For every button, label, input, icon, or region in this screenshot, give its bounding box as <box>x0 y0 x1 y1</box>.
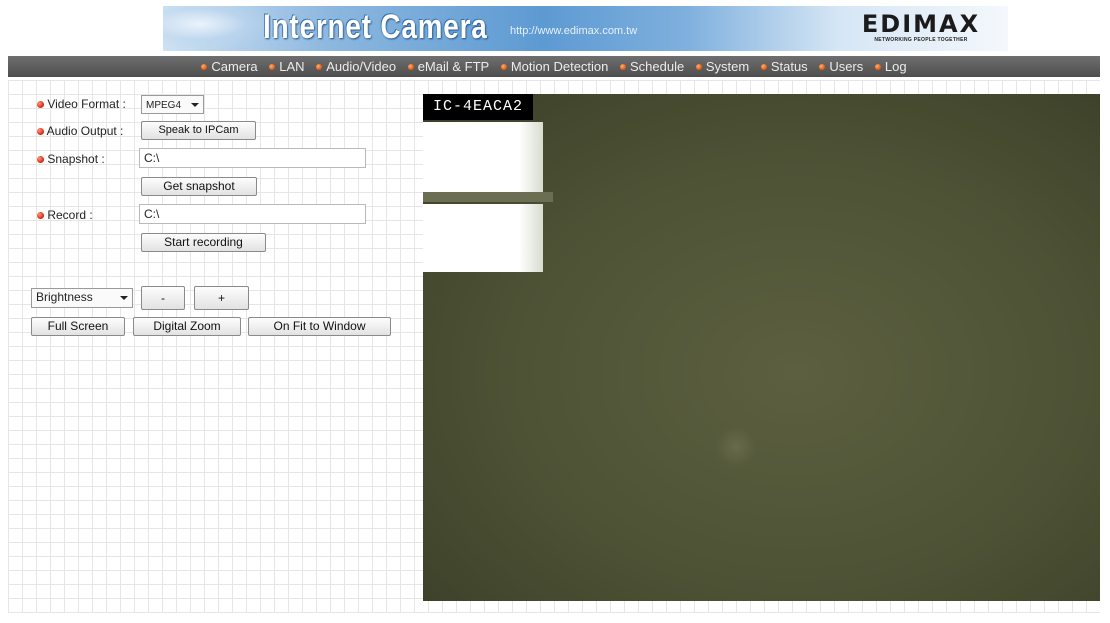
bullet-icon <box>760 64 767 70</box>
nav-item-lan[interactable]: LAN <box>269 59 305 74</box>
speak-to-ipcam-button[interactable]: Speak to IPCam <box>141 121 256 140</box>
banner-url: http://www.edimax.com.tw <box>510 25 638 37</box>
bullet-icon <box>37 156 44 164</box>
audio-output-row: Audio Output : <box>37 124 123 138</box>
bullet-icon <box>269 64 276 70</box>
image-adjust-select[interactable]: Brightness <box>31 288 133 308</box>
video-window-glare <box>423 122 543 202</box>
nav-item-users[interactable]: Users <box>819 59 863 74</box>
nav-item-audio-video[interactable]: Audio/Video <box>316 59 396 74</box>
chevron-down-icon <box>191 103 199 107</box>
bullet-icon <box>819 64 826 70</box>
video-format-label: Video Format : <box>47 97 126 111</box>
bullet-icon <box>316 64 323 70</box>
bullet-icon <box>37 212 44 220</box>
video-window-glare <box>423 204 543 272</box>
snapshot-row: Snapshot : <box>37 152 105 166</box>
bullet-icon <box>407 64 414 70</box>
main-nav: Camera LAN Audio/Video eMail & FTP Motio… <box>8 56 1100 77</box>
camera-name-overlay: IC-4EACA2 <box>423 94 534 120</box>
get-snapshot-button[interactable]: Get snapshot <box>141 177 257 196</box>
increase-button[interactable]: + <box>194 286 249 310</box>
bullet-icon <box>37 101 44 109</box>
decrease-button[interactable]: - <box>141 286 185 310</box>
record-row: Record : <box>37 208 93 222</box>
record-path-field[interactable]: C:\ <box>139 204 366 224</box>
logo-word: EDIMAX <box>861 10 981 38</box>
bullet-icon <box>874 64 881 70</box>
full-screen-button[interactable]: Full Screen <box>31 317 125 336</box>
video-window-frame <box>423 192 553 202</box>
start-recording-button[interactable]: Start recording <box>141 233 266 252</box>
video-wall-spot <box>713 424 759 470</box>
nav-item-motion-detection[interactable]: Motion Detection <box>500 59 608 74</box>
bullet-icon <box>695 64 702 70</box>
nav-item-status[interactable]: Status <box>760 59 808 74</box>
edimax-logo: EDIMAX NETWORKING PEOPLE TOGETHER <box>851 11 991 47</box>
header-banner: Internet Camera http://www.edimax.com.tw… <box>163 6 1008 51</box>
nav-item-camera[interactable]: Camera <box>201 59 258 74</box>
banner-title: Internet Camera <box>263 8 488 46</box>
snapshot-path-field[interactable]: C:\ <box>139 148 366 168</box>
snapshot-label: Snapshot : <box>47 152 105 166</box>
digital-zoom-button[interactable]: Digital Zoom <box>133 317 241 336</box>
video-format-select[interactable]: MPEG4 <box>141 95 204 114</box>
camera-video-feed[interactable]: IC-4EACA2 <box>423 94 1100 601</box>
record-label: Record : <box>47 208 93 222</box>
bullet-icon <box>201 64 208 70</box>
nav-item-email-ftp[interactable]: eMail & FTP <box>407 59 489 74</box>
nav-item-schedule[interactable]: Schedule <box>620 59 684 74</box>
audio-output-label: Audio Output : <box>46 124 124 138</box>
bullet-icon <box>500 64 507 70</box>
bullet-icon <box>620 64 627 70</box>
bullet-icon <box>37 128 44 136</box>
chevron-down-icon <box>120 296 128 300</box>
video-format-row: Video Format : <box>37 97 126 111</box>
fit-to-window-button[interactable]: On Fit to Window <box>248 317 391 336</box>
nav-item-log[interactable]: Log <box>874 59 907 74</box>
nav-item-system[interactable]: System <box>695 59 749 74</box>
